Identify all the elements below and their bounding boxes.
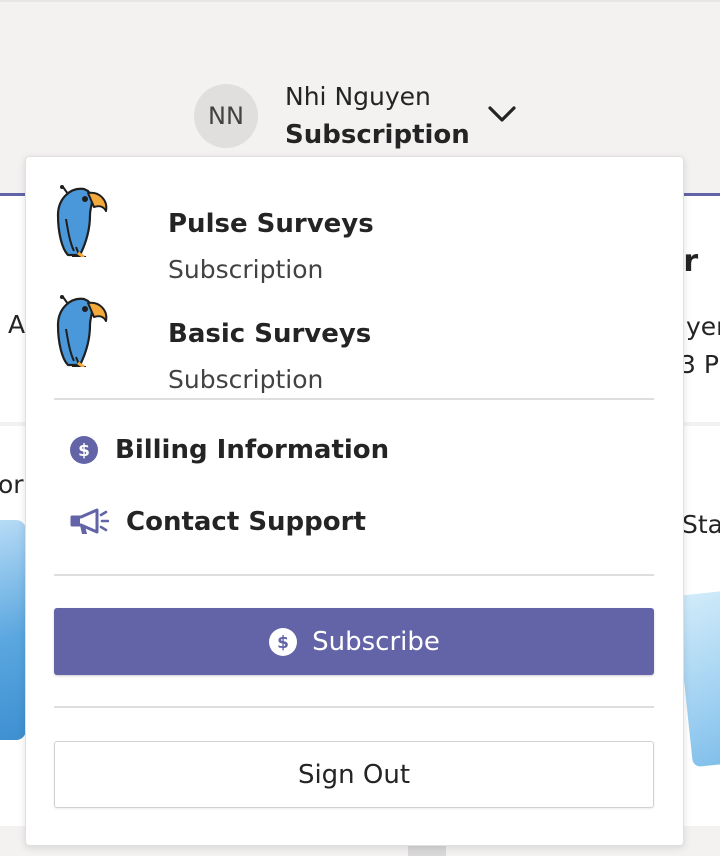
menu-divider [54, 706, 654, 708]
chevron-down-icon[interactable] [484, 96, 520, 132]
bg-text-fragment: A [8, 310, 26, 339]
bg-text-fragment: 3 PM [680, 350, 720, 379]
sign-out-label: Sign Out [297, 759, 411, 790]
menu-divider [54, 398, 654, 400]
svg-text:$: $ [78, 441, 90, 461]
subscribe-button[interactable]: $ Subscribe [54, 608, 654, 675]
megaphone-icon [70, 508, 109, 534]
product-plan: Subscription [168, 255, 324, 284]
current-plan-label: Subscription [285, 120, 470, 150]
product-name: Pulse Surveys [168, 209, 374, 239]
account-switcher[interactable]: NN Nhi Nguyen Subscription [194, 82, 534, 150]
product-name: Basic Surveys [168, 319, 372, 349]
parrot-icon [56, 295, 108, 367]
menu-divider [54, 574, 654, 576]
bg-text-fragment: Star [682, 510, 720, 539]
menu-item-pulse-surveys[interactable]: Pulse Surveys Subscription [54, 185, 614, 284]
account-dropdown-menu: Pulse Surveys Subscription Basic Surveys… [25, 156, 684, 846]
bg-text-fragment: or [0, 470, 24, 499]
survey-card-image[interactable] [0, 520, 26, 740]
dollar-circle-icon: $ [269, 627, 298, 656]
parrot-icon [56, 185, 108, 257]
menu-item-basic-surveys[interactable]: Basic Surveys Subscription [54, 295, 614, 394]
subscribe-label: Subscribe [312, 626, 440, 657]
dollar-circle-icon: $ [70, 436, 98, 464]
menu-item-contact-support[interactable]: Contact Support [69, 507, 366, 537]
product-plan: Subscription [168, 365, 324, 394]
menu-item-billing-information[interactable]: $ Billing Information [69, 435, 389, 465]
sign-out-button[interactable]: Sign Out [54, 741, 654, 808]
avatar[interactable]: NN [194, 84, 258, 148]
support-label: Contact Support [126, 507, 366, 537]
bg-text-fragment: yer [686, 312, 720, 341]
billing-label: Billing Information [115, 435, 390, 465]
user-name: Nhi Nguyen [285, 82, 431, 111]
svg-text:$: $ [277, 633, 289, 653]
